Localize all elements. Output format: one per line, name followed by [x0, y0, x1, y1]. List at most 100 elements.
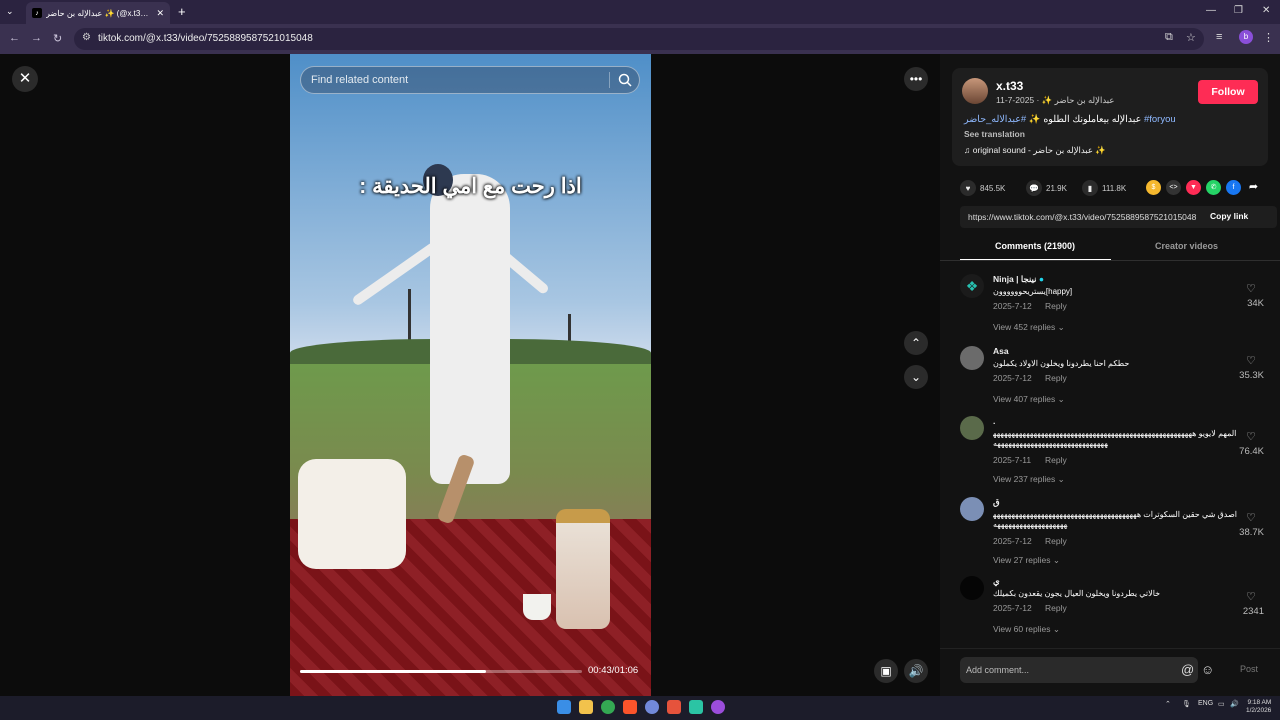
comment-text: يستريحوووووون[happy] [993, 287, 1073, 296]
commenter-name[interactable]: . [993, 416, 995, 426]
send-icon[interactable]: ▼ [1186, 180, 1201, 195]
commenter-avatar[interactable] [960, 346, 984, 370]
comment-item: ي خالاتي يطردونا ويخلون العيال يجون يقعد… [960, 576, 1270, 638]
commenter-name[interactable]: ق [993, 497, 1000, 508]
mention-icon[interactable]: @ [1181, 662, 1194, 677]
panel-tabs: Comments (21900) Creator videos [960, 236, 1270, 261]
commenter-name[interactable]: Asa [993, 346, 1009, 356]
new-tab-icon[interactable]: + [178, 4, 186, 19]
language-indicator[interactable]: ENG [1198, 700, 1213, 707]
windows-start-icon[interactable] [557, 700, 571, 714]
author-username[interactable]: x.t33 [996, 79, 1023, 93]
minimize-icon[interactable]: — [1206, 5, 1216, 16]
microphone-icon[interactable]: 🎙 [1182, 700, 1191, 708]
commenter-name[interactable]: ي [993, 576, 1000, 587]
next-video-icon[interactable]: ⌄ [904, 365, 928, 389]
sound-link[interactable]: ♫ original sound - عبدالإله بن حاضر ✨ [964, 145, 1106, 156]
close-icon[interactable]: ✕ [12, 66, 38, 92]
previous-video-icon[interactable]: ⌃ [904, 331, 928, 355]
view-replies-button[interactable]: View 60 replies ⌄ [993, 624, 1060, 635]
maximize-icon[interactable]: ❐ [1234, 5, 1243, 16]
whatsapp-icon[interactable]: ✆ [1206, 180, 1221, 195]
volume-icon[interactable]: 🔊 [904, 659, 928, 683]
comment-item: ❖ Ninja | نينجا ● يستريحوووووون[happy] 2… [960, 274, 1270, 336]
tab-comments[interactable]: Comments (21900) [995, 241, 1075, 251]
url-field[interactable]: ⚙ tiktok.com/@x.t33/video/75258895875210… [74, 28, 1204, 50]
details-panel: x.t33 عبدالإله بن حاضر ✨ · 2025-7-11 Fol… [940, 54, 1280, 696]
reply-button[interactable]: Reply [1045, 603, 1067, 613]
app-icon[interactable] [689, 700, 703, 714]
view-replies-button[interactable]: View 407 replies ⌄ [993, 394, 1065, 405]
url-text: tiktok.com/@x.t33/video/7525889587521015… [98, 33, 313, 44]
view-replies-button[interactable]: View 237 replies ⌄ [993, 474, 1065, 485]
forward-icon[interactable]: → [31, 32, 42, 44]
search-icon[interactable] [617, 72, 633, 88]
bookmark-star-icon[interactable]: ☆ [1186, 31, 1196, 44]
reply-button[interactable]: Reply [1045, 301, 1067, 311]
taskbar-clock[interactable]: 9:18 AM 1/2/2026 [1246, 699, 1271, 715]
save-stat[interactable]: ▮ 111.8K [1082, 180, 1126, 196]
share-link-text[interactable]: https://www.tiktok.com/@x.t33/video/7525… [968, 212, 1202, 222]
comment-stat[interactable]: 💬 21.9K [1026, 180, 1067, 196]
browser-app-icon[interactable] [711, 700, 725, 714]
video-thermos [556, 509, 610, 629]
more-options-icon[interactable]: ••• [904, 67, 928, 91]
view-replies-button[interactable]: View 27 replies ⌄ [993, 555, 1060, 566]
tab-creator-videos[interactable]: Creator videos [1155, 241, 1218, 251]
video-progress-bar[interactable] [300, 670, 582, 673]
back-icon[interactable]: ← [9, 32, 20, 44]
comment-like-icon[interactable]: ♡ [1246, 511, 1256, 524]
follow-button[interactable]: Follow [1198, 80, 1258, 104]
tab-close-icon[interactable]: ✕ [156, 8, 164, 19]
emoji-icon[interactable]: ☺ [1201, 662, 1214, 677]
post-button[interactable]: Post [1240, 664, 1258, 674]
comment-like-icon[interactable]: ♡ [1246, 430, 1256, 443]
view-replies-button[interactable]: View 452 replies ⌄ [993, 322, 1065, 333]
author-card: x.t33 عبدالإله بن حاضر ✨ · 2025-7-11 Fol… [952, 68, 1268, 166]
browser-tab-active[interactable]: ♪ عبدالإله بن حاضر ✨ (@x.t33) | TikTok ✕ [26, 2, 170, 24]
commenter-avatar[interactable]: ❖ [960, 274, 984, 298]
browser-menu-icon[interactable]: ⋮ [1263, 31, 1274, 44]
like-stat[interactable]: ♥ 845.5K [960, 180, 1005, 196]
copy-link-button[interactable]: Copy link [1210, 211, 1248, 221]
site-info-icon[interactable]: ⚙ [82, 32, 91, 43]
share-icon[interactable]: ➦ [1246, 180, 1261, 195]
video-player[interactable]: اذا رحت مع امي الحديقة : 00:43/01:06 [290, 54, 651, 696]
comment-like-icon[interactable]: ♡ [1246, 354, 1256, 367]
volume-tray-icon[interactable]: 🔊 [1230, 700, 1239, 708]
reload-icon[interactable]: ↻ [53, 32, 62, 45]
miniplayer-icon[interactable]: ▣ [874, 659, 898, 683]
comment-like-icon[interactable]: ♡ [1246, 282, 1256, 295]
comment-item: . المهم لايويو ههههههههههههههههههههههههه… [960, 416, 1270, 490]
commenter-avatar[interactable] [960, 497, 984, 521]
coin-icon[interactable]: $ [1146, 180, 1161, 195]
comment-like-icon[interactable]: ♡ [1246, 590, 1256, 603]
app-icon[interactable] [667, 700, 681, 714]
install-app-icon[interactable]: ⧉ [1165, 31, 1173, 44]
media-controls-icon[interactable]: ≡ [1216, 31, 1222, 43]
chrome-icon[interactable] [601, 700, 615, 714]
network-icon[interactable]: ▭ [1218, 700, 1225, 708]
reply-button[interactable]: Reply [1045, 536, 1067, 546]
caption-text: عبدالإله بيعاملونك الطلوه ✨ [1028, 114, 1142, 125]
file-explorer-icon[interactable] [579, 700, 593, 714]
brave-icon[interactable] [623, 700, 637, 714]
window-close-icon[interactable]: ✕ [1262, 5, 1270, 16]
related-search-box [300, 66, 640, 94]
facebook-icon[interactable]: f [1226, 180, 1241, 195]
tray-overflow-icon[interactable]: ⌃ [1165, 700, 1171, 708]
tab-list-icon[interactable]: ⌄ [6, 6, 14, 17]
embed-icon[interactable]: <> [1166, 180, 1181, 195]
reply-button[interactable]: Reply [1045, 455, 1067, 465]
author-avatar[interactable] [962, 78, 988, 104]
commenter-avatar[interactable] [960, 416, 984, 440]
related-search-input[interactable] [311, 72, 611, 88]
author-sub-line: عبدالإله بن حاضر ✨ · 2025-7-11 [996, 95, 1115, 105]
commenter-avatar[interactable] [960, 576, 984, 600]
commenter-name[interactable]: Ninja | نينجا ● [993, 274, 1044, 285]
reply-button[interactable]: Reply [1045, 373, 1067, 383]
see-translation-link[interactable]: See translation [964, 129, 1025, 139]
profile-avatar[interactable]: b [1239, 30, 1253, 44]
discord-icon[interactable] [645, 700, 659, 714]
add-comment-input[interactable] [960, 657, 1198, 683]
